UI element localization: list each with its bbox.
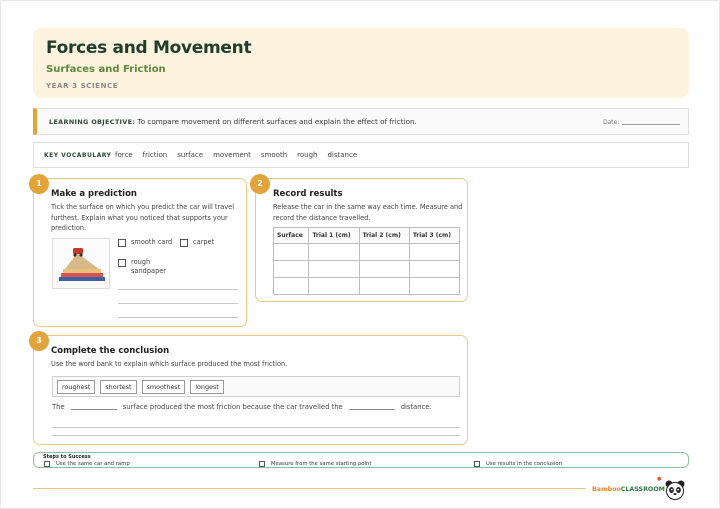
column-header: Trial 2 (cm) xyxy=(358,227,410,244)
prediction-instructions: Tick the surface on which you predict th… xyxy=(51,203,235,232)
column-header: Trial 1 (cm) xyxy=(308,227,360,244)
step-number-badge: 1 xyxy=(29,174,49,194)
step-label: Measure from the same starting point xyxy=(271,461,372,467)
car-on-ramp-picture xyxy=(52,238,110,289)
table-cell[interactable] xyxy=(408,260,461,278)
table-row xyxy=(272,260,461,278)
table-cell[interactable] xyxy=(358,243,410,261)
date-label: Date: xyxy=(603,119,620,126)
option-smooth-card[interactable]: smooth card xyxy=(118,238,172,247)
vocab-word: surface xyxy=(177,151,204,159)
date-write-line[interactable] xyxy=(622,124,681,125)
conclusion-card: Complete the conclusion Use the word ban… xyxy=(33,335,468,445)
sparkle-icon: ● xyxy=(657,476,662,482)
steps-to-success: Steps to Success Use the same car and ra… xyxy=(33,452,689,468)
option-label: carpet xyxy=(193,238,215,246)
vocab-word: smooth xyxy=(260,151,288,159)
option-label: smooth card xyxy=(131,238,173,246)
results-card: Record results Release the car in the sa… xyxy=(255,178,468,302)
vocab-word: friction xyxy=(142,151,168,159)
word-chip[interactable]: roughest xyxy=(57,379,96,394)
option-label: rough sandpaper xyxy=(131,258,167,275)
worksheet-page: Forces and Movement Surfaces and Frictio… xyxy=(0,0,720,509)
table-cell[interactable] xyxy=(308,277,360,295)
key-vocabulary-bar: KEY VOCABULARY force friction surface mo… xyxy=(33,142,689,168)
smooth-card-checkbox[interactable] xyxy=(118,239,126,247)
conclusion-title: Complete the conclusion xyxy=(51,346,170,356)
option-carpet[interactable]: carpet xyxy=(180,238,214,247)
explanation-write-line[interactable] xyxy=(118,303,238,304)
brand-part: Bamboo xyxy=(592,486,621,493)
column-header: Trial 3 (cm) xyxy=(408,227,461,244)
conclusion-write-line[interactable] xyxy=(52,435,460,436)
option-rough-sandpaper[interactable]: rough sandpaper xyxy=(118,258,178,276)
conclusion-instructions: Use the word bank to explain which surfa… xyxy=(51,360,288,368)
sentence-part: distance. xyxy=(400,403,432,411)
brand-name: BambooCLASSROOM xyxy=(592,486,665,493)
objective-label: LEARNING OBJECTIVE: xyxy=(49,118,136,126)
step-number-badge: 3 xyxy=(29,331,49,351)
objective-text-line: LEARNING OBJECTIVE: To compare movement … xyxy=(49,117,417,126)
step-number-badge: 2 xyxy=(250,174,270,194)
objective-text: To compare movement on different surface… xyxy=(137,117,417,126)
sentence-part: surface produced the most friction becau… xyxy=(122,403,343,411)
results-table: Surface Trial 1 (cm) Trial 2 (cm) Trial … xyxy=(272,227,461,295)
answer-blank[interactable] xyxy=(348,409,395,410)
table-cell[interactable] xyxy=(272,260,310,278)
date-field[interactable]: Date: xyxy=(603,119,681,126)
carpet-checkbox[interactable] xyxy=(180,239,188,247)
table-header-row: Surface Trial 1 (cm) Trial 2 (cm) Trial … xyxy=(272,227,461,244)
panda-logo-icon xyxy=(664,479,686,501)
table-cell[interactable] xyxy=(358,260,410,278)
table-row xyxy=(272,243,461,261)
vocab-word: rough xyxy=(297,151,318,159)
explanation-write-line[interactable] xyxy=(118,317,238,318)
page-title: Forces and Movement xyxy=(46,38,252,58)
table-cell[interactable] xyxy=(308,243,360,261)
page-subtitle: Surfaces and Friction xyxy=(46,64,166,75)
step-label: Use results in the conclusion xyxy=(486,461,562,467)
answer-blank[interactable] xyxy=(70,409,117,410)
table-cell[interactable] xyxy=(408,277,461,295)
table-cell[interactable] xyxy=(272,277,310,295)
conclusion-sentence: The surface produced the most friction be… xyxy=(52,403,432,411)
table-cell[interactable] xyxy=(308,260,360,278)
brand-part: CLASSROOM xyxy=(620,486,665,493)
conclusion-write-line[interactable] xyxy=(52,427,460,428)
step-item[interactable]: Use the same car and ramp xyxy=(44,461,130,467)
year-label: YEAR 3 SCIENCE xyxy=(46,82,119,90)
word-chip[interactable]: shortest xyxy=(100,379,137,394)
word-chip[interactable]: longest xyxy=(190,379,224,394)
word-chip[interactable]: smoothest xyxy=(141,379,186,394)
step-checkbox[interactable] xyxy=(474,461,480,467)
prediction-title: Make a prediction xyxy=(51,189,137,199)
table-row xyxy=(272,277,461,295)
word-bank: roughest shortest smoothest longest xyxy=(52,376,460,397)
header-banner: Forces and Movement Surfaces and Frictio… xyxy=(33,28,689,98)
footer-divider xyxy=(33,488,586,489)
learning-objective-bar: LEARNING OBJECTIVE: To compare movement … xyxy=(33,108,689,135)
explanation-write-line[interactable] xyxy=(118,289,238,290)
results-instructions: Release the car in the same way each tim… xyxy=(273,203,463,222)
vocab-word: distance xyxy=(327,151,358,159)
steps-title: Steps to Success xyxy=(43,454,91,460)
sentence-part: The xyxy=(52,403,65,411)
rough-sandpaper-checkbox[interactable] xyxy=(118,259,126,267)
table-cell[interactable] xyxy=(408,243,461,261)
vocab-word: movement xyxy=(213,151,251,159)
table-cell[interactable] xyxy=(358,277,410,295)
step-label: Use the same car and ramp xyxy=(56,461,130,467)
vocab-word: force xyxy=(115,151,133,159)
results-title: Record results xyxy=(273,189,343,199)
vocabulary-label: KEY VOCABULARY xyxy=(44,152,112,159)
step-checkbox[interactable] xyxy=(44,461,50,467)
table-cell[interactable] xyxy=(272,243,310,261)
step-checkbox[interactable] xyxy=(259,461,265,467)
prediction-card: Make a prediction Tick the surface on wh… xyxy=(33,178,247,327)
vocabulary-list: force friction surface movement smooth r… xyxy=(115,151,357,159)
column-header: Surface xyxy=(272,227,310,244)
step-item[interactable]: Use results in the conclusion xyxy=(474,461,562,467)
step-item[interactable]: Measure from the same starting point xyxy=(259,461,371,467)
